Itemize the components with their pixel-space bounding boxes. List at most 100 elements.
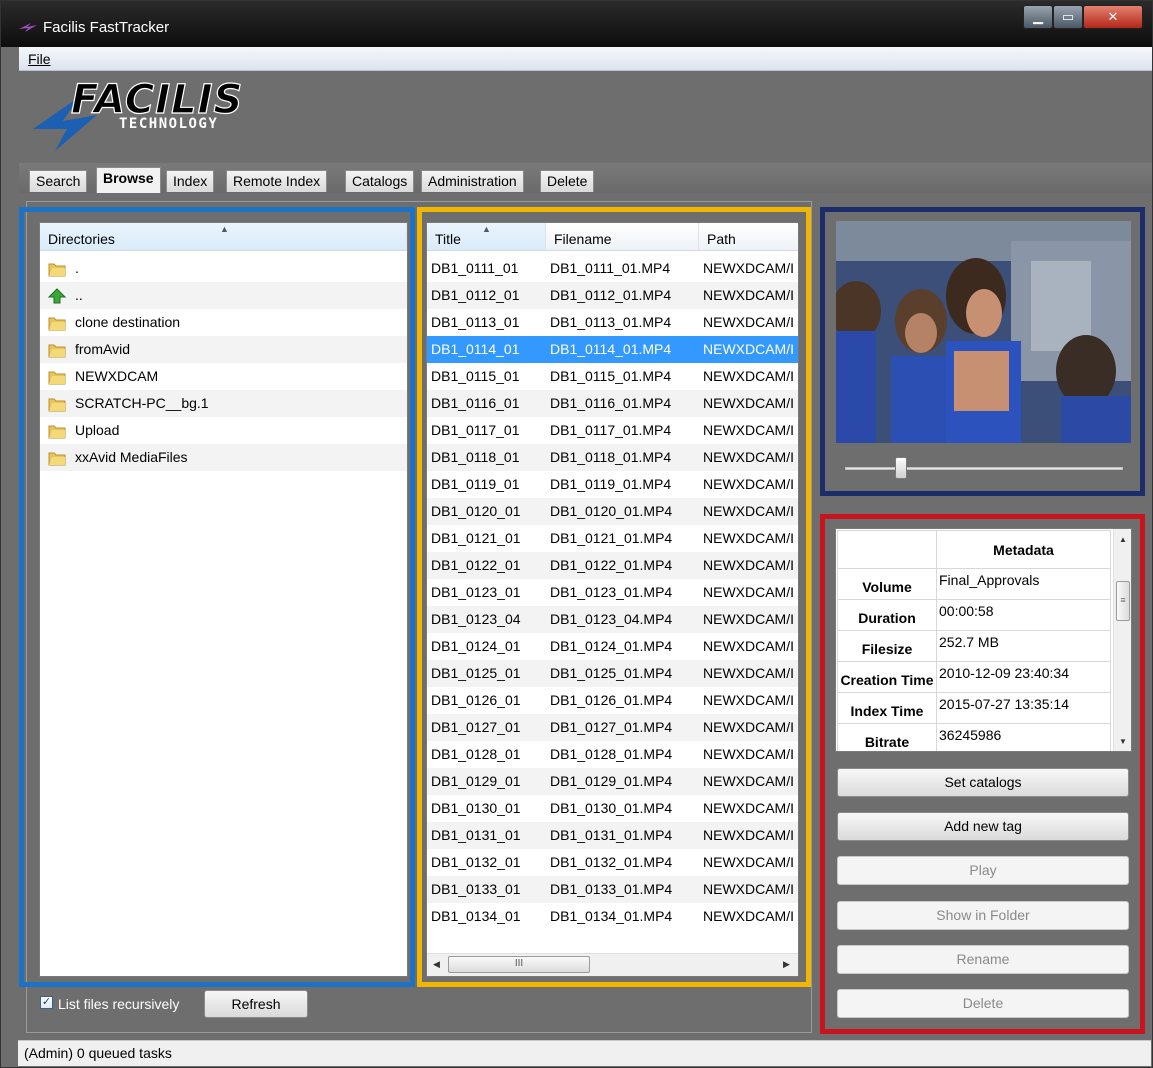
file-row[interactable]: DB1_0111_01 DB1_0111_01.MP4 NEWXDCAM/I xyxy=(427,255,798,282)
file-filename-cell: DB1_0127_01.MP4 xyxy=(550,719,673,735)
directory-label: SCRATCH-PC__bg.1 xyxy=(75,395,209,411)
file-row[interactable]: DB1_0131_01 DB1_0131_01.MP4 NEWXDCAM/I xyxy=(427,822,798,849)
show-in-folder-button[interactable]: Show in Folder xyxy=(837,901,1129,930)
metadata-row[interactable]: Duration 00:00:58 xyxy=(837,599,1111,631)
file-path-cell: NEWXDCAM/I xyxy=(703,584,794,600)
minimize-button[interactable]: ▁ xyxy=(1023,5,1053,29)
tab-browse[interactable]: Browse xyxy=(96,167,161,193)
file-row[interactable]: DB1_0116_01 DB1_0116_01.MP4 NEWXDCAM/I xyxy=(427,390,798,417)
list-recursively-checkbox[interactable]: ✓ xyxy=(40,996,53,1009)
list-recursively-label[interactable]: List files recursively xyxy=(58,996,179,1012)
directory-item[interactable]: NEWXDCAM xyxy=(40,363,407,390)
file-row[interactable]: DB1_0129_01 DB1_0129_01.MP4 NEWXDCAM/I xyxy=(427,768,798,795)
file-title-cell: DB1_0123_01 xyxy=(431,584,521,600)
close-button[interactable]: ✕ xyxy=(1083,5,1143,29)
file-row[interactable]: DB1_0118_01 DB1_0118_01.MP4 NEWXDCAM/I xyxy=(427,444,798,471)
maximize-button[interactable]: ▭ xyxy=(1053,5,1083,29)
add-new-tag-button[interactable]: Add new tag xyxy=(837,812,1129,841)
tab-remote-index[interactable]: Remote Index xyxy=(226,170,328,192)
tab-administration[interactable]: Administration xyxy=(421,170,524,192)
scroll-up-icon[interactable]: ▲ xyxy=(1119,535,1127,544)
metadata-value: Final_Approvals xyxy=(936,568,1111,600)
file-filename-cell: DB1_0117_01.MP4 xyxy=(550,422,672,438)
file-row[interactable]: DB1_0115_01 DB1_0115_01.MP4 NEWXDCAM/I xyxy=(427,363,798,390)
filename-column-header[interactable]: Filename xyxy=(546,223,699,251)
set-catalogs-button[interactable]: Set catalogs xyxy=(837,768,1129,797)
file-row[interactable]: DB1_0119_01 DB1_0119_01.MP4 NEWXDCAM/I xyxy=(427,471,798,498)
file-row[interactable]: DB1_0127_01 DB1_0127_01.MP4 NEWXDCAM/I xyxy=(427,714,798,741)
rename-button[interactable]: Rename xyxy=(837,945,1129,974)
file-row[interactable]: DB1_0125_01 DB1_0125_01.MP4 NEWXDCAM/I xyxy=(427,660,798,687)
scroll-down-icon[interactable]: ▼ xyxy=(1119,737,1127,746)
file-row[interactable]: DB1_0113_01 DB1_0113_01.MP4 NEWXDCAM/I xyxy=(427,309,798,336)
file-title-cell: DB1_0123_04 xyxy=(431,611,521,627)
file-title-cell: DB1_0126_01 xyxy=(431,692,521,708)
metadata-vertical-scrollbar[interactable]: ▲ ≡ ▼ xyxy=(1113,529,1131,751)
file-row[interactable]: DB1_0122_01 DB1_0122_01.MP4 NEWXDCAM/I xyxy=(427,552,798,579)
file-row[interactable]: DB1_0117_01 DB1_0117_01.MP4 NEWXDCAM/I xyxy=(427,417,798,444)
metadata-row[interactable]: Index Time 2015-07-27 13:35:14 xyxy=(837,692,1111,724)
tab-delete[interactable]: Delete xyxy=(540,170,595,192)
directory-item[interactable]: fromAvid xyxy=(40,336,407,363)
file-row[interactable]: DB1_0126_01 DB1_0126_01.MP4 NEWXDCAM/I xyxy=(427,687,798,714)
video-preview[interactable] xyxy=(836,221,1131,443)
directory-item[interactable]: Upload xyxy=(40,417,407,444)
scroll-left-icon[interactable]: ◀ xyxy=(433,959,440,970)
scrollbar-thumb[interactable]: ≡ xyxy=(1116,581,1130,621)
file-row[interactable]: DB1_0123_04 DB1_0123_04.MP4 NEWXDCAM/I xyxy=(427,606,798,633)
directory-item[interactable]: SCRATCH-PC__bg.1 xyxy=(40,390,407,417)
metadata-key: Bitrate xyxy=(837,723,937,751)
file-row[interactable]: DB1_0121_01 DB1_0121_01.MP4 NEWXDCAM/I xyxy=(427,525,798,552)
directory-item[interactable]: . xyxy=(40,255,407,282)
play-button[interactable]: Play xyxy=(837,856,1129,885)
menu-file[interactable]: File xyxy=(28,51,51,67)
tab-catalogs[interactable]: Catalogs xyxy=(345,170,415,192)
file-path-cell: NEWXDCAM/I xyxy=(703,908,794,924)
refresh-button[interactable]: Refresh xyxy=(204,990,308,1018)
logo-area: FACILIS TECHNOLOGY xyxy=(19,71,1152,163)
playback-slider-track[interactable] xyxy=(845,467,1123,470)
directory-item[interactable]: clone destination xyxy=(40,309,407,336)
file-row[interactable]: DB1_0114_01 DB1_0114_01.MP4 NEWXDCAM/I xyxy=(427,336,798,363)
file-list[interactable]: Title ▲ Filename Path DB1_0111_01 DB1_011… xyxy=(426,222,799,977)
directory-item[interactable]: xxAvid MediaFiles xyxy=(40,444,407,471)
file-path-cell: NEWXDCAM/I xyxy=(703,719,794,735)
delete-button[interactable]: Delete xyxy=(837,989,1129,1018)
file-row[interactable]: DB1_0112_01 DB1_0112_01.MP4 NEWXDCAM/I xyxy=(427,282,798,309)
metadata-row[interactable]: Volume Final_Approvals xyxy=(837,568,1111,600)
file-filename-cell: DB1_0112_01.MP4 xyxy=(550,287,672,303)
video-frame-image xyxy=(836,221,1131,443)
file-path-cell: NEWXDCAM/I xyxy=(703,422,794,438)
playback-slider-thumb[interactable] xyxy=(894,457,907,479)
metadata-row[interactable]: Bitrate 36245986 xyxy=(837,723,1111,751)
file-row[interactable]: DB1_0134_01 DB1_0134_01.MP4 NEWXDCAM/I xyxy=(427,903,798,930)
horizontal-scrollbar[interactable]: ◀ III ▶ xyxy=(427,953,798,976)
file-title-cell: DB1_0130_01 xyxy=(431,800,521,816)
metadata-row[interactable]: Filesize 252.7 MB xyxy=(837,630,1111,662)
path-column-header[interactable]: Path xyxy=(699,223,798,251)
metadata-value: 00:00:58 xyxy=(936,599,1111,631)
window-title: Facilis FastTracker xyxy=(43,19,170,36)
metadata-row[interactable]: Creation Time 2010-12-09 23:40:34 xyxy=(837,661,1111,693)
title-column-header[interactable]: Title ▲ xyxy=(427,223,546,251)
file-row[interactable]: DB1_0132_01 DB1_0132_01.MP4 NEWXDCAM/I xyxy=(427,849,798,876)
scroll-right-icon[interactable]: ▶ xyxy=(783,959,790,970)
scrollbar-thumb[interactable]: III xyxy=(448,956,590,973)
metadata-grid[interactable]: Metadata Volume Final_Approvals Duration 00… xyxy=(835,528,1132,752)
file-path-cell: NEWXDCAM/I xyxy=(703,557,794,573)
file-row[interactable]: DB1_0123_01 DB1_0123_01.MP4 NEWXDCAM/I xyxy=(427,579,798,606)
directory-list[interactable]: Directories ▲ ... clone destination fromAv… xyxy=(39,222,408,977)
file-row[interactable]: DB1_0124_01 DB1_0124_01.MP4 NEWXDCAM/I xyxy=(427,633,798,660)
directory-label: .. xyxy=(75,287,83,303)
tab-search[interactable]: Search xyxy=(29,170,88,192)
file-filename-cell: DB1_0121_01.MP4 xyxy=(550,530,673,546)
title-bar[interactable]: Facilis FastTracker ▁ ▭ ✕ xyxy=(1,1,1152,47)
directory-item[interactable]: .. xyxy=(40,282,407,309)
file-row[interactable]: DB1_0120_01 DB1_0120_01.MP4 NEWXDCAM/I xyxy=(427,498,798,525)
file-row[interactable]: DB1_0133_01 DB1_0133_01.MP4 NEWXDCAM/I xyxy=(427,876,798,903)
title-header-label: Title xyxy=(435,231,461,247)
tab-index[interactable]: Index xyxy=(166,170,215,192)
file-row[interactable]: DB1_0128_01 DB1_0128_01.MP4 NEWXDCAM/I xyxy=(427,741,798,768)
directories-column-header[interactable]: Directories ▲ xyxy=(40,223,407,251)
file-row[interactable]: DB1_0130_01 DB1_0130_01.MP4 NEWXDCAM/I xyxy=(427,795,798,822)
